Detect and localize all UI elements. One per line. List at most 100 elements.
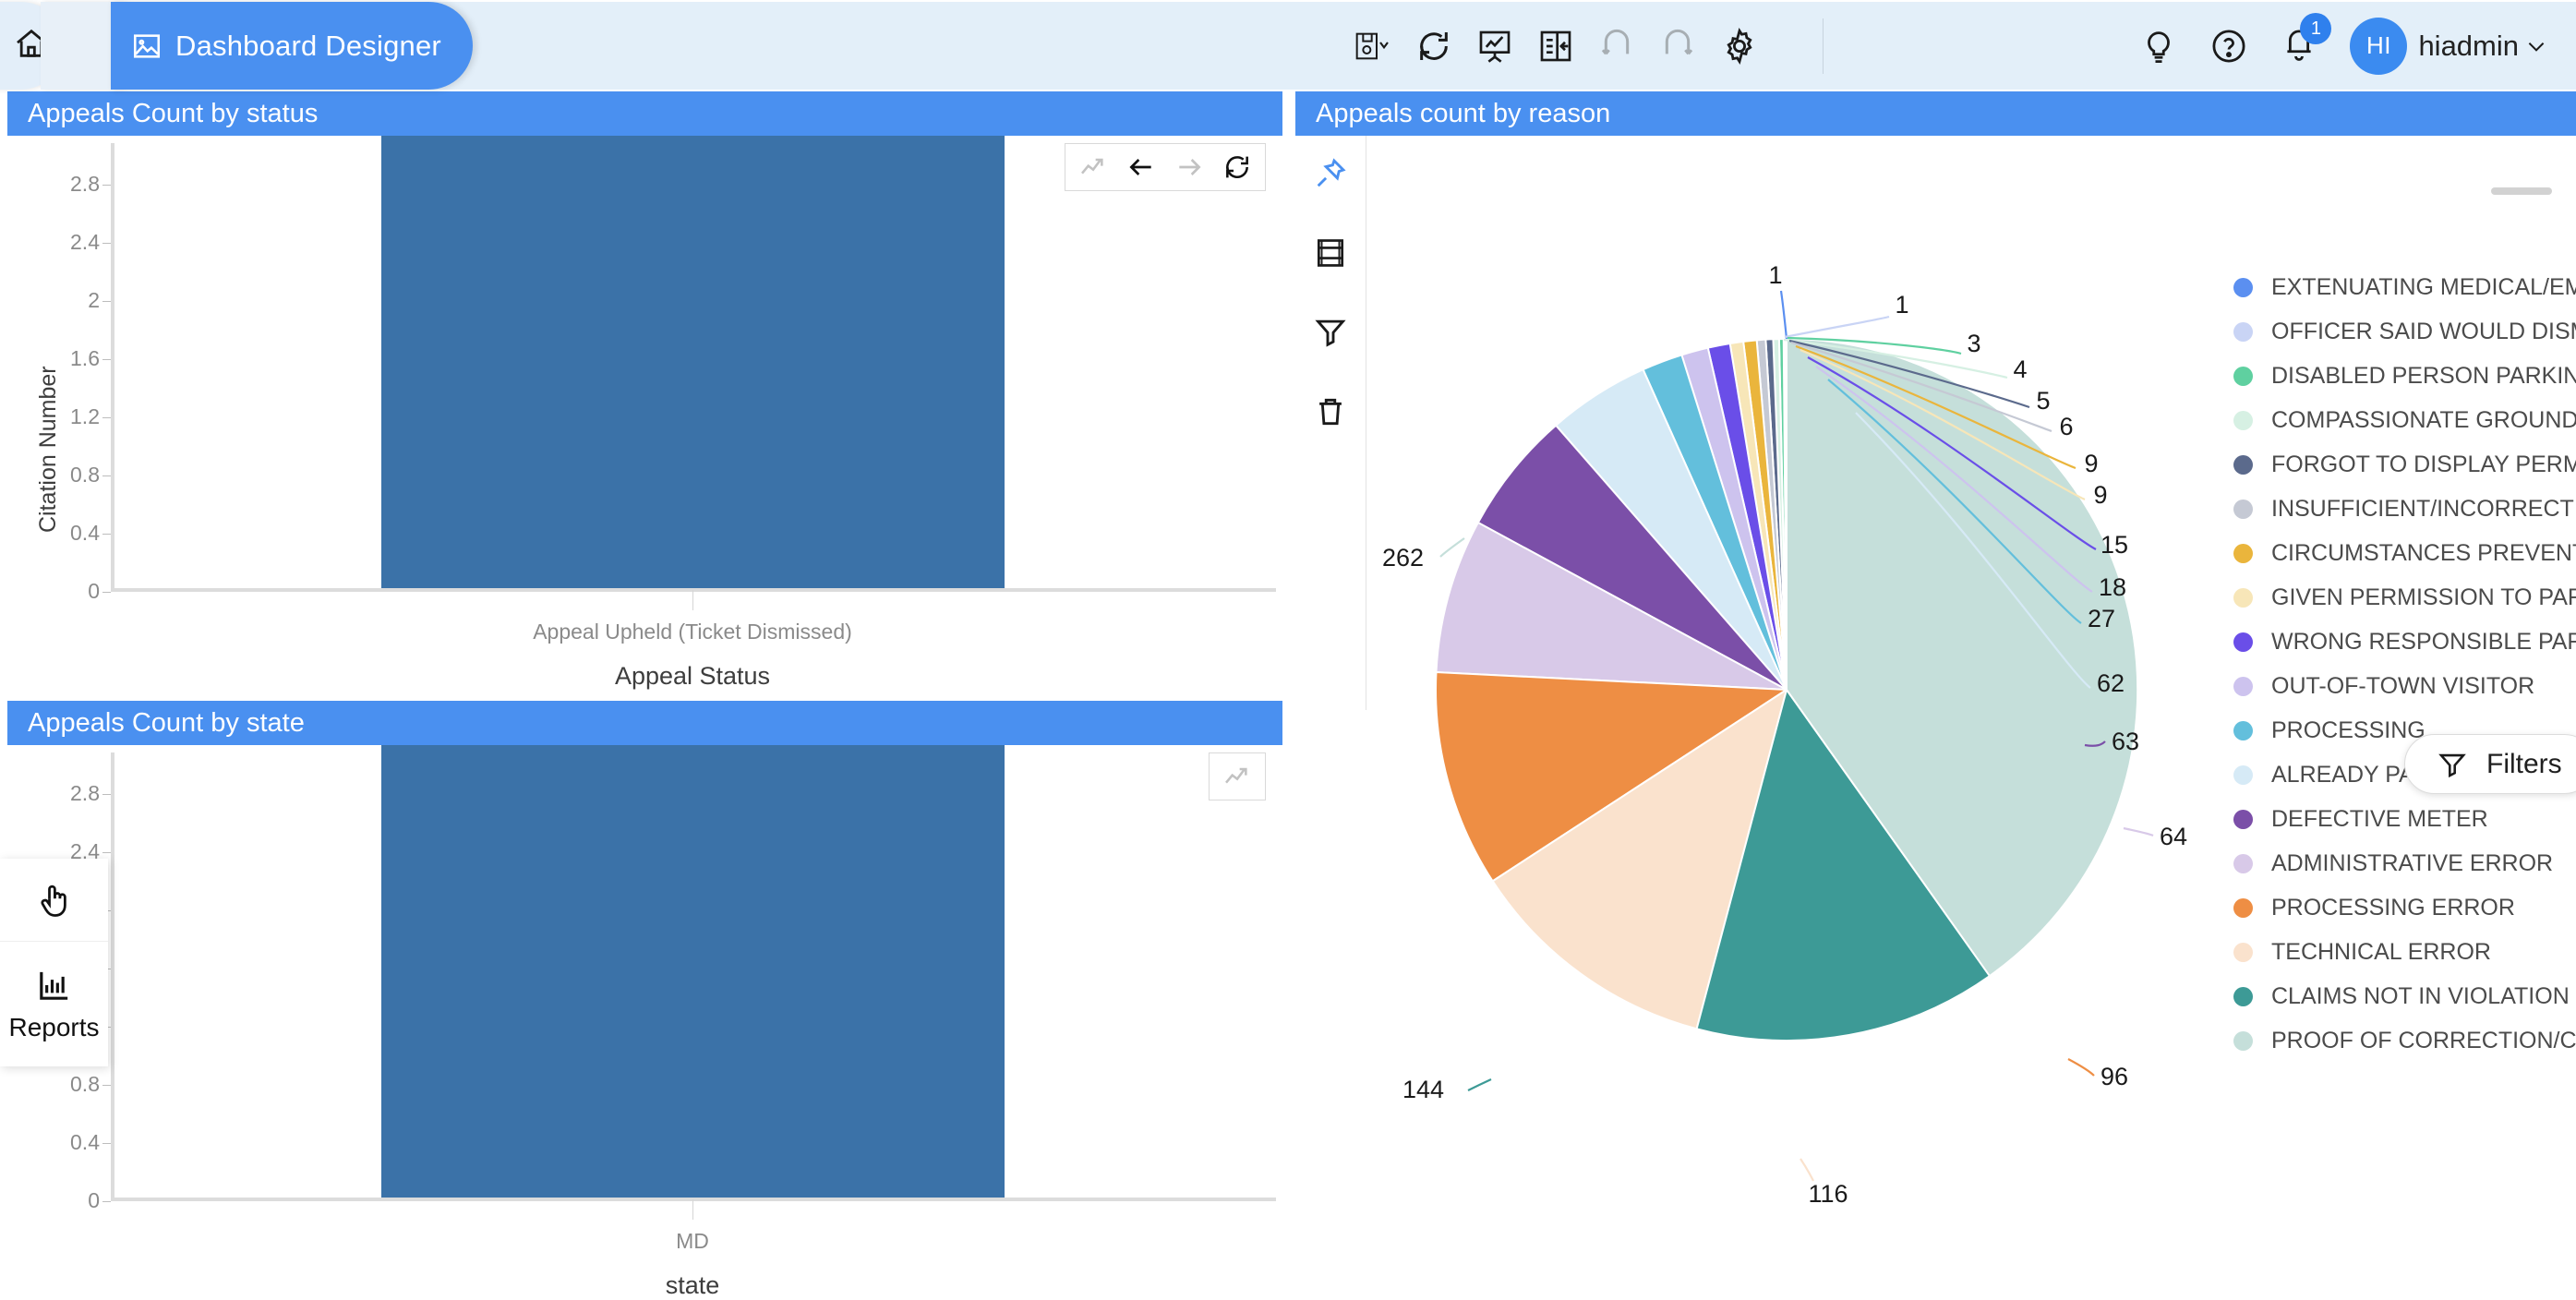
toolbar-separator (1823, 18, 1824, 74)
refresh-icon[interactable] (1222, 152, 1252, 182)
legend-label: PROCESSING ERROR (2271, 894, 2515, 921)
y-tick: 1.6 (17, 346, 111, 371)
account-toolbar: 1 HI hiadmin (2139, 2, 2548, 90)
legend-item[interactable]: DEFECTIVE METER (2233, 797, 2576, 841)
pie-legend: EXTENUATING MEDICAL/EME OFFICER SAID WOU… (2233, 265, 2576, 1063)
forward-arrow-icon[interactable] (1174, 152, 1204, 182)
pie-label: 96 (2101, 1063, 2128, 1090)
legend-item[interactable]: INSUFFICIENT/INCORRECT S (2233, 487, 2576, 531)
legend-item[interactable]: COMPASSIONATE GROUNDS (2233, 398, 2576, 442)
x-tick-label: Appeal Upheld (Ticket Dismissed) (533, 620, 852, 644)
presentation-icon[interactable] (1476, 28, 1513, 65)
help-icon[interactable] (2209, 27, 2248, 66)
legend-color-swatch (2233, 543, 2253, 563)
redo-icon[interactable] (1659, 28, 1696, 65)
legend-color-swatch (2233, 410, 2253, 430)
bar-md[interactable] (381, 745, 1005, 1198)
legend-item[interactable]: TECHNICAL ERROR (2233, 930, 2576, 974)
sidebar-item-reports-label: Reports (8, 1012, 100, 1041)
legend-item[interactable]: WRONG RESPONSIBLE PART (2233, 620, 2576, 664)
pie-graphic[interactable]: 1 1 3 4 5 6 9 9 15 18 27 62 63 64 96 116… (1366, 136, 2234, 1281)
legend-label: TECHNICAL ERROR (2271, 938, 2491, 965)
bar-appeal-upheld[interactable] (381, 136, 1005, 588)
bar-chart-status[interactable]: Citation Number 0 0.4 0.8 1.2 1.6 2 2.4 … (7, 136, 1282, 690)
pie-label: 9 (2093, 481, 2107, 509)
trash-icon[interactable] (1313, 394, 1348, 429)
legend-label: OFFICER SAID WOULD DISMI (2271, 318, 2576, 344)
legend-color-swatch (2233, 499, 2253, 519)
filter-icon[interactable] (1313, 315, 1348, 350)
filters-button[interactable]: Filters (2404, 734, 2576, 794)
refresh-icon[interactable] (1415, 28, 1452, 65)
pie-label: 6 (2059, 413, 2073, 440)
legend-color-swatch (2233, 587, 2253, 608)
horizontal-scrollbar[interactable] (2491, 187, 2552, 195)
pie-chart-reason[interactable]: 1 1 3 4 5 6 9 9 15 18 27 62 63 64 96 116… (1295, 136, 2576, 1292)
panel-title-state: Appeals Count by state (7, 701, 1282, 745)
legend-item[interactable]: ADMINISTRATIVE ERROR (2233, 841, 2576, 885)
panel-title-status: Appeals Count by status (7, 91, 1282, 136)
legend-item[interactable]: CLAIMS NOT IN VIOLATION (2233, 974, 2576, 1018)
back-arrow-icon[interactable] (1126, 152, 1156, 182)
legend-item[interactable]: CIRCUMSTANCES PREVENTE (2233, 531, 2576, 575)
gear-icon[interactable] (1720, 27, 1759, 66)
legend-label: GIVEN PERMISSION TO PARK (2271, 584, 2576, 610)
legend-item[interactable]: FORGOT TO DISPLAY PERMIT (2233, 442, 2576, 487)
legend-color-swatch (2233, 277, 2253, 297)
legend-color-swatch (2233, 897, 2253, 918)
pin-icon[interactable] (1313, 156, 1348, 191)
breadcrumb: Dashboard Designer (0, 2, 473, 90)
user-menu[interactable]: HI hiadmin (2350, 17, 2548, 75)
chevron-down-icon (2524, 34, 2548, 58)
y-tick: 0.8 (17, 1072, 111, 1097)
panel-appeals-count-by-reason: Appeals count by reason 1 1 3 4 5 6 9 9 … (1295, 91, 2576, 1292)
pie-label: 1 (1895, 291, 1908, 319)
top-bar: Dashboard Designer 1 HI hiadmin (0, 0, 2576, 91)
legend-item[interactable]: OFFICER SAID WOULD DISMI (2233, 309, 2576, 354)
notifications-button[interactable]: 1 (2280, 13, 2332, 67)
left-sidebar-flyout: Reports (0, 859, 108, 1066)
undo-icon[interactable] (1598, 28, 1635, 65)
lightbulb-icon[interactable] (2139, 27, 2178, 66)
pie-label: 64 (2160, 823, 2187, 850)
sidebar-item-pointer[interactable] (0, 859, 108, 942)
legend-color-swatch (2233, 676, 2253, 696)
legend-item[interactable]: GIVEN PERMISSION TO PARK (2233, 575, 2576, 620)
x-axis-title-state: state (665, 1271, 720, 1299)
filters-button-label: Filters (2486, 748, 2562, 779)
legend-item[interactable]: OUT-OF-TOWN VISITOR (2233, 664, 2576, 708)
avatar: HI (2350, 17, 2408, 75)
y-axis-line (111, 752, 114, 1200)
reports-icon (34, 967, 75, 1004)
save-dropdown-icon[interactable] (1354, 28, 1391, 65)
legend-label: WRONG RESPONSIBLE PART (2271, 628, 2576, 655)
pie-label: 63 (2112, 728, 2139, 755)
pie-label: 116 (1808, 1180, 1848, 1208)
legend-item[interactable]: DISABLED PERSON PARKING (2233, 354, 2576, 398)
legend-label: DISABLED PERSON PARKING (2271, 362, 2576, 389)
legend-label: CLAIMS NOT IN VIOLATION (2271, 982, 2570, 1009)
x-axis-line (111, 1198, 1276, 1201)
legend-label: CIRCUMSTANCES PREVENTE (2271, 539, 2576, 566)
sidebar-item-reports[interactable]: Reports (0, 942, 108, 1066)
legend-color-swatch (2233, 321, 2253, 342)
legend-item[interactable]: PROOF OF CORRECTION/CO (2233, 1018, 2576, 1063)
bar-chart-state[interactable]: 0 0.4 0.8 1.2 1.6 2 2.4 2.8 MD state (7, 745, 1282, 1299)
filter-icon (2437, 749, 2468, 780)
y-tick: 0.4 (17, 1130, 111, 1155)
breadcrumb-active-tab[interactable]: Dashboard Designer (111, 2, 473, 90)
trend-icon[interactable] (1222, 762, 1252, 791)
pie-label: 262 (1382, 544, 1424, 572)
legend-item[interactable]: EXTENUATING MEDICAL/EME (2233, 265, 2576, 309)
pie-label: 3 (1967, 330, 1980, 357)
table-icon[interactable] (1313, 235, 1348, 271)
chart-toolbar-state (1209, 752, 1266, 800)
pie-label: 1 (1768, 261, 1782, 289)
y-tick: 0.8 (17, 463, 111, 488)
legend-color-swatch (2233, 632, 2253, 652)
y-tick: 2 (17, 288, 111, 313)
legend-color-swatch (2233, 1030, 2253, 1051)
legend-item[interactable]: PROCESSING ERROR (2233, 885, 2576, 930)
panel-collapse-icon[interactable] (1537, 28, 1574, 65)
trend-icon[interactable] (1078, 152, 1108, 182)
